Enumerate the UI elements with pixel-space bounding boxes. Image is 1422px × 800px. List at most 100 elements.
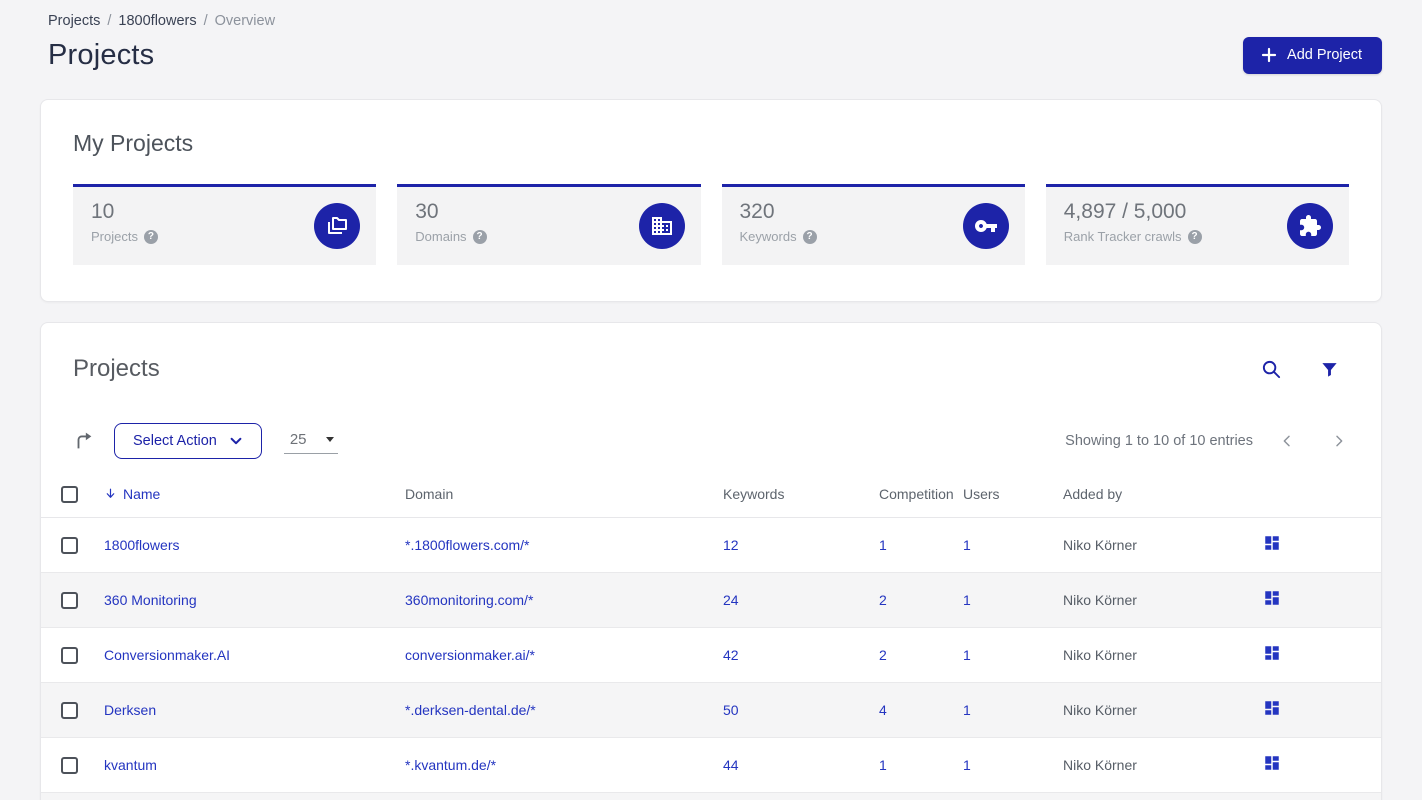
keywords-count[interactable]: 50 [723, 702, 739, 718]
users-count[interactable]: 1 [963, 702, 971, 718]
added-by-name: Niko Körner [1063, 591, 1137, 608]
help-icon[interactable]: ? [472, 229, 487, 244]
breadcrumb-separator: / [203, 13, 208, 29]
showing-entries-text: Showing 1 to 10 of 10 entries [1065, 433, 1253, 449]
stat-rank-tracker: 4,897 / 5,000 Rank Tracker crawls ? [1045, 184, 1349, 265]
project-name-link[interactable]: kvantum [104, 757, 157, 773]
search-icon[interactable] [1261, 359, 1282, 380]
page-size-value: 25 [289, 430, 307, 448]
puzzle-piece-icon [1287, 203, 1333, 249]
chevron-right-icon[interactable] [1331, 433, 1347, 449]
competition-count[interactable]: 1 [879, 757, 887, 773]
help-icon[interactable]: ? [143, 229, 158, 244]
breadcrumb-1800flowers[interactable]: 1800flowers [118, 13, 196, 29]
dashboard-grid-icon[interactable] [1263, 644, 1281, 662]
table-row: Conversionmaker.AI conversionmaker.ai/* … [41, 627, 1381, 683]
building-icon [638, 203, 685, 249]
column-header-domain[interactable]: Domain [405, 485, 723, 518]
added-by-name: Niko Körner [1063, 701, 1137, 718]
stats-row: 10 Projects ? 30 Domains ? 320 Keywords … [73, 184, 1349, 265]
dashboard-grid-icon[interactable] [1263, 589, 1281, 607]
select-action-label: Select Action [133, 433, 217, 449]
filter-icon[interactable] [1320, 360, 1339, 379]
breadcrumb-overview: Overview [214, 13, 276, 29]
project-domain-link[interactable]: *.1800flowers.com/* [405, 537, 530, 553]
column-header-users[interactable]: Users [963, 485, 1063, 518]
table-toolbar: Select Action 25 Showing 1 to 10 of 10 e… [41, 423, 1381, 459]
users-count[interactable]: 1 [963, 592, 971, 608]
projects-table: Name Domain Keywords Competition Users A… [41, 485, 1381, 793]
sort-arrow-down-icon [104, 487, 117, 500]
project-name-link[interactable]: Conversionmaker.AI [104, 647, 230, 663]
competition-count[interactable]: 1 [879, 537, 887, 553]
added-by-name: Niko Körner [1063, 756, 1137, 773]
pagination: Showing 1 to 10 of 10 entries [1065, 433, 1349, 449]
forward-arrow-icon[interactable] [73, 430, 95, 452]
users-count[interactable]: 1 [963, 537, 971, 553]
keywords-count[interactable]: 12 [723, 537, 739, 553]
stat-label-text: Domains [415, 229, 467, 244]
row-checkbox[interactable] [61, 701, 78, 719]
plus-icon [1261, 47, 1277, 63]
page-title: Projects [48, 39, 155, 71]
row-checkbox[interactable] [61, 646, 78, 664]
table-row: 1800flowers *.1800flowers.com/* 12 1 1 N… [41, 517, 1381, 573]
stat-keywords: 320 Keywords ? [721, 184, 1025, 265]
added-by-name: Niko Körner [1063, 536, 1137, 553]
chevron-left-icon[interactable] [1279, 433, 1295, 449]
project-name-link[interactable]: 360 Monitoring [104, 592, 197, 608]
users-count[interactable]: 1 [963, 647, 971, 663]
page: Projects / 1800flowers / Overview Projec… [0, 0, 1422, 800]
help-icon[interactable]: ? [802, 229, 817, 244]
stat-label-text: Keywords [739, 229, 797, 244]
keywords-count[interactable]: 42 [723, 647, 739, 663]
table-card-header: Projects [41, 355, 1381, 383]
help-icon[interactable]: ? [1187, 229, 1202, 244]
select-all-checkbox[interactable] [61, 485, 78, 503]
projects-table-card: Projects Select Action 25 Showing 1 to 1… [40, 322, 1382, 800]
table-card-tools [1261, 359, 1339, 380]
table-row: 360 Monitoring 360monitoring.com/* 24 2 … [41, 572, 1381, 628]
added-by-name: Niko Körner [1063, 646, 1137, 663]
row-checkbox[interactable] [61, 756, 78, 774]
add-project-label: Add Project [1287, 47, 1362, 63]
breadcrumb: Projects / 1800flowers / Overview [48, 13, 1382, 29]
add-project-button[interactable]: Add Project [1243, 37, 1382, 74]
project-domain-link[interactable]: *.derksen-dental.de/* [405, 702, 536, 718]
table-row: kvantum *.kvantum.de/* 44 1 1 Niko Körne… [41, 737, 1381, 793]
users-count[interactable]: 1 [963, 757, 971, 773]
stat-projects: 10 Projects ? [73, 184, 377, 265]
column-header-keywords[interactable]: Keywords [723, 485, 879, 518]
stacked-folders-icon [314, 203, 361, 249]
stat-domains: 30 Domains ? [397, 184, 701, 265]
stat-label-text: Projects [91, 229, 138, 244]
page-size-select[interactable]: 25 [283, 429, 338, 454]
row-checkbox[interactable] [61, 591, 78, 609]
project-name-link[interactable]: Derksen [104, 702, 156, 718]
competition-count[interactable]: 2 [879, 647, 887, 663]
chevron-down-icon [229, 434, 243, 448]
breadcrumb-separator: / [107, 13, 112, 29]
table-header-row: Name Domain Keywords Competition Users A… [41, 485, 1381, 518]
keywords-count[interactable]: 24 [723, 592, 739, 608]
select-action-button[interactable]: Select Action [114, 423, 262, 459]
project-name-link[interactable]: 1800flowers [104, 537, 180, 553]
breadcrumb-projects[interactable]: Projects [48, 13, 100, 29]
row-checkbox[interactable] [61, 536, 78, 554]
column-header-added-by[interactable]: Added by [1063, 485, 1263, 518]
dashboard-grid-icon[interactable] [1263, 699, 1281, 717]
table-row: Derksen *.derksen-dental.de/* 50 4 1 Nik… [41, 682, 1381, 738]
project-domain-link[interactable]: 360monitoring.com/* [405, 592, 533, 608]
caret-down-icon [325, 436, 334, 442]
competition-count[interactable]: 2 [879, 592, 887, 608]
column-header-name[interactable]: Name [104, 485, 405, 518]
stat-label-text: Rank Tracker crawls [1063, 229, 1182, 244]
competition-count[interactable]: 4 [879, 702, 887, 718]
my-projects-title: My Projects [73, 130, 194, 156]
keywords-count[interactable]: 44 [723, 757, 739, 773]
project-domain-link[interactable]: conversionmaker.ai/* [405, 647, 535, 663]
column-header-competition[interactable]: Competition [879, 485, 963, 518]
project-domain-link[interactable]: *.kvantum.de/* [405, 757, 496, 773]
dashboard-grid-icon[interactable] [1263, 754, 1281, 772]
dashboard-grid-icon[interactable] [1263, 534, 1281, 552]
